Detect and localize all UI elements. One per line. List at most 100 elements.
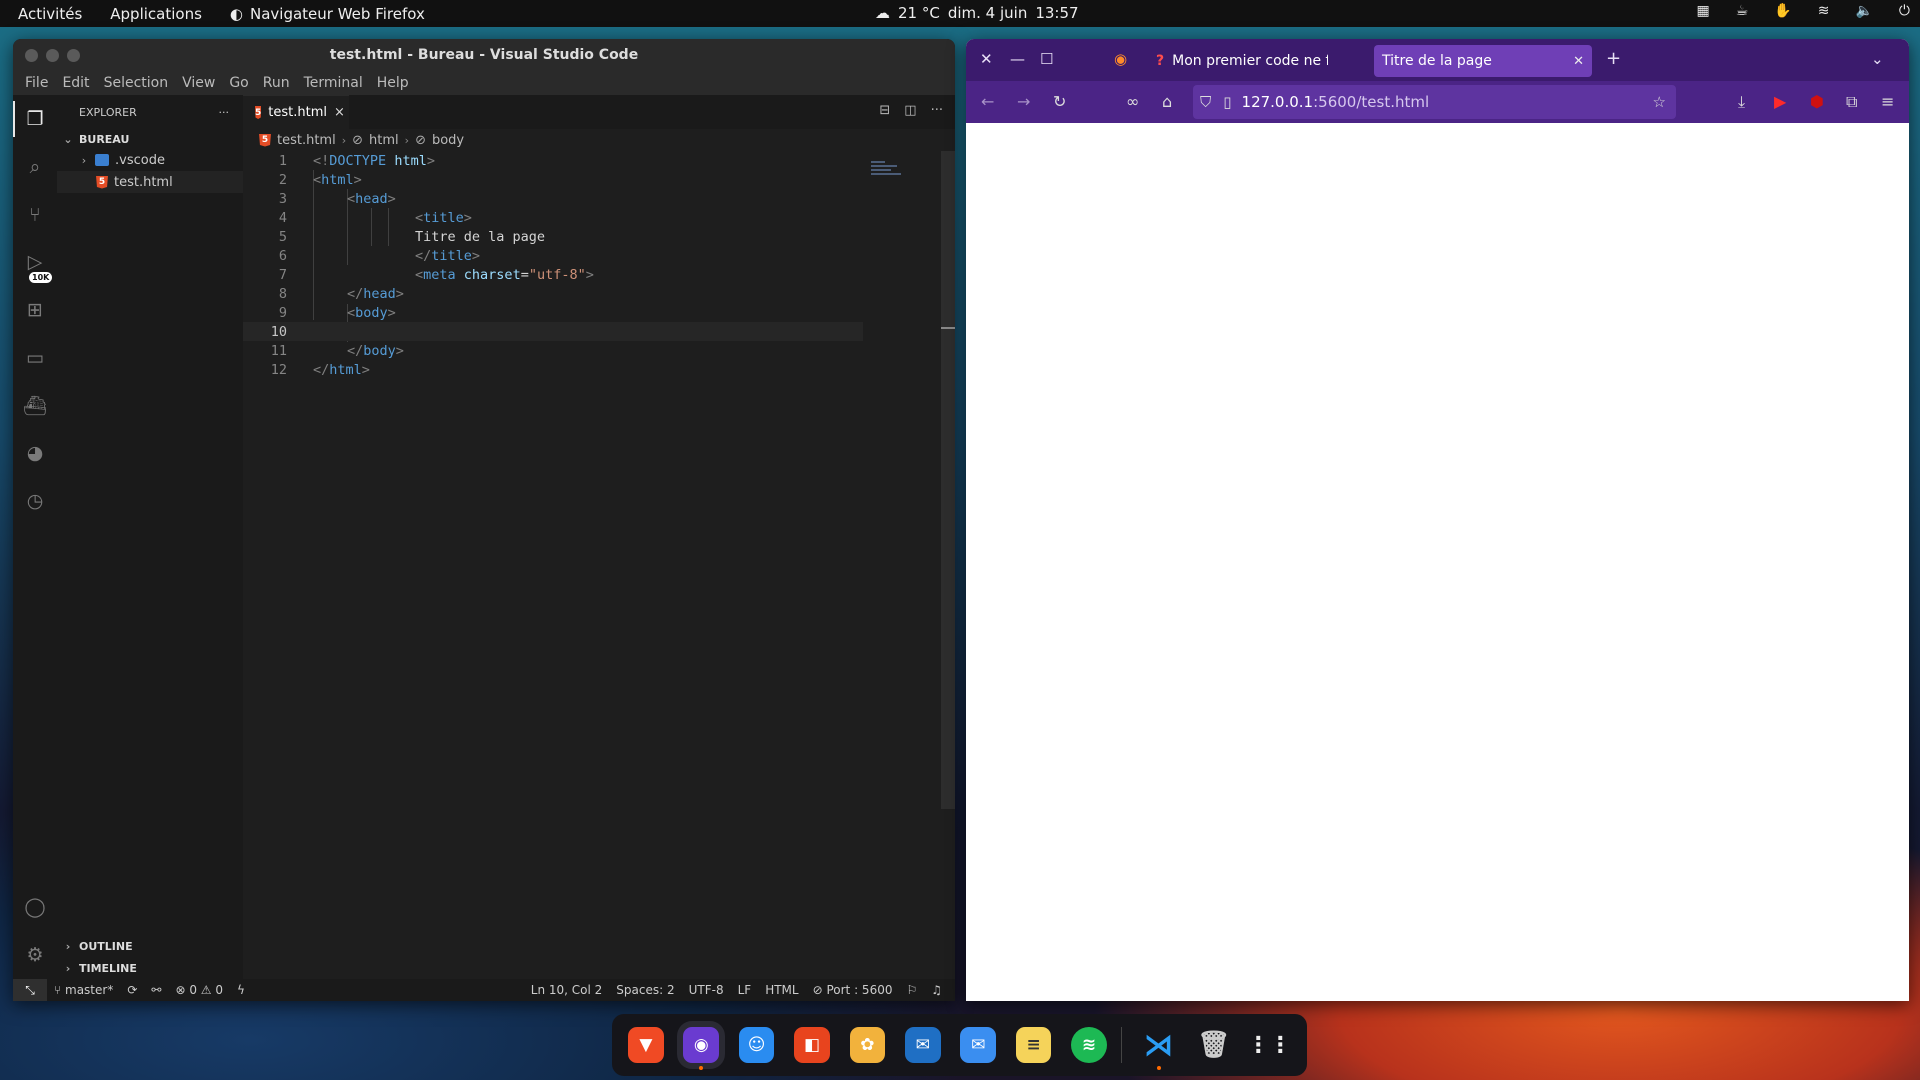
page-content[interactable]	[966, 123, 1909, 1001]
menu-file[interactable]: File	[18, 75, 55, 91]
maximize-icon[interactable]: ☐	[1040, 50, 1053, 68]
explorer-more-button[interactable]: ···	[219, 106, 230, 119]
git-graph-icon[interactable]: ⚯	[144, 983, 168, 997]
notes-icon[interactable]: ≡	[1015, 1027, 1052, 1063]
menu-run[interactable]: Run	[256, 75, 297, 91]
menu-view[interactable]: View	[175, 75, 222, 91]
remote-indicator-icon[interactable]: ⤡	[13, 979, 47, 1001]
breadcrumb-html[interactable]: html	[369, 133, 399, 148]
menu-help[interactable]: Help	[370, 75, 416, 91]
folder-section-bureau[interactable]: ⌄ BUREAU	[57, 129, 243, 149]
menu-selection[interactable]: Selection	[97, 75, 176, 91]
cursor-position[interactable]: Ln 10, Col 2	[524, 983, 610, 997]
account-icon[interactable]: ◯	[23, 895, 47, 919]
close-icon[interactable]: ✕	[980, 50, 993, 68]
split-editor-icon[interactable]: ◫	[904, 103, 916, 118]
active-app-menu[interactable]: ◐ Navigateur Web Firefox	[216, 5, 439, 23]
tab-mon-premier-code[interactable]: ? Mon premier code ne fon ✕	[1148, 45, 1328, 77]
close-tab-icon[interactable]: ×	[334, 105, 345, 120]
list-all-tabs-icon[interactable]: ⌄	[1871, 50, 1884, 68]
lightning-icon[interactable]: ϟ	[230, 983, 252, 997]
private-mask-icon[interactable]: ∞	[1126, 92, 1139, 111]
home-icon[interactable]: ⌂	[1162, 92, 1172, 111]
timeline-section[interactable]: › TIMELINE	[57, 957, 243, 979]
applications-menu[interactable]: Applications	[96, 5, 216, 23]
docker-icon[interactable]: ⛴	[23, 393, 47, 417]
youtube-extension-icon[interactable]: ▶	[1774, 92, 1786, 111]
back-icon[interactable]: ←	[981, 92, 994, 111]
tab-test-html[interactable]: 5 test.html ×	[243, 95, 349, 129]
source-control-icon[interactable]: ⑂	[23, 203, 47, 227]
eol-status[interactable]: LF	[731, 983, 759, 997]
close-window-button[interactable]	[25, 49, 38, 62]
vscode-icon[interactable]: ⋊	[1141, 1027, 1177, 1070]
editor-scrollbar[interactable]	[941, 151, 955, 809]
firefox-view-icon[interactable]: ◉	[1114, 50, 1127, 68]
open-preview-icon[interactable]: ⊟	[879, 103, 890, 118]
outline-section[interactable]: › OUTLINE	[57, 935, 243, 957]
downloads-icon[interactable]: ⤓	[1738, 92, 1745, 112]
app-grid-icon[interactable]: ⋮⋮	[1247, 1027, 1291, 1063]
thunderbird-icon[interactable]: ✉	[904, 1027, 941, 1063]
live-server-port[interactable]: ⊘ Port : 5600	[806, 983, 900, 997]
clock[interactable]: ☁ 21 °C dim. 4 juin 13:57	[875, 4, 1079, 22]
extensions-icon[interactable]: ⧉	[1846, 92, 1857, 112]
hamburger-menu-icon[interactable]: ≡	[1881, 92, 1894, 111]
url-bar[interactable]: ⛉ ▯ 127.0.0.1:5600/test.html ☆	[1193, 85, 1676, 119]
close-tab-icon[interactable]: ✕	[1573, 54, 1584, 69]
power-icon[interactable]: ⏻	[1899, 3, 1910, 19]
finder-icon[interactable]: ☺	[738, 1027, 775, 1063]
language-mode[interactable]: HTML	[758, 983, 805, 997]
bell-icon[interactable]: ♫	[924, 983, 949, 997]
html5-icon: 5	[96, 175, 108, 189]
bookmark-star-icon[interactable]: ☆	[1653, 93, 1666, 111]
mail-icon[interactable]: ✉	[960, 1027, 997, 1063]
gear-icon[interactable]: ⚙	[23, 943, 47, 967]
tree-item-vscode-folder[interactable]: › .vscode	[57, 149, 243, 171]
workspace-icon[interactable]: ▦	[1697, 3, 1710, 19]
spotify-icon[interactable]: ≋	[1071, 1027, 1107, 1063]
shield-icon[interactable]: ⛉	[1200, 93, 1211, 111]
trash-icon[interactable]: 🗑	[1196, 1027, 1232, 1063]
brave-icon[interactable]: ▼	[628, 1027, 664, 1063]
photos-icon[interactable]: ✿	[849, 1027, 886, 1063]
encoding-status[interactable]: UTF-8	[682, 983, 731, 997]
hand-icon[interactable]: ✋	[1774, 3, 1791, 19]
breadcrumb-file[interactable]: test.html	[277, 133, 336, 148]
wifi-icon[interactable]: ≋	[1818, 3, 1830, 19]
minimize-icon[interactable]: —	[1010, 50, 1025, 68]
new-tab-button[interactable]: +	[1606, 48, 1621, 69]
office-icon[interactable]: ◧	[794, 1027, 830, 1063]
minimap[interactable]	[871, 161, 907, 183]
sync-icon[interactable]: ⟳	[120, 983, 144, 997]
forward-icon[interactable]: →	[1017, 92, 1030, 111]
menu-go[interactable]: Go	[222, 75, 255, 91]
extensions-icon[interactable]: ⊞	[23, 298, 47, 322]
more-actions-icon[interactable]: ···	[931, 103, 943, 118]
tree-item-test-html[interactable]: 5 test.html	[57, 171, 243, 193]
remote-explorer-icon[interactable]: ▭	[23, 346, 47, 370]
cup-icon[interactable]: ☕	[1736, 3, 1749, 19]
palette-icon[interactable]: ◕	[23, 441, 47, 465]
search-icon[interactable]: ⌕	[23, 155, 47, 179]
reload-icon[interactable]: ↻	[1053, 92, 1066, 111]
indentation-status[interactable]: Spaces: 2	[609, 983, 681, 997]
code-editor[interactable]: 1 <!DOCTYPE html> 2 <html> 3 <head> 4 <t…	[243, 151, 955, 979]
breadcrumb-body[interactable]: body	[432, 133, 464, 148]
activities-button[interactable]: Activités	[0, 5, 96, 23]
problems-status[interactable]: ⊗ 0 ⚠ 0	[168, 983, 230, 997]
html5-icon: 5	[255, 106, 262, 119]
timeline-icon[interactable]: ◷	[23, 489, 47, 513]
ublock-icon[interactable]: ⬢	[1810, 92, 1824, 111]
minimize-window-button[interactable]	[46, 49, 59, 62]
maximize-window-button[interactable]	[67, 49, 80, 62]
feedback-icon[interactable]: ⚐	[899, 983, 924, 997]
menu-terminal[interactable]: Terminal	[297, 75, 370, 91]
volume-icon[interactable]: 🔈	[1855, 3, 1872, 19]
run-debug-icon[interactable]: ▷	[23, 250, 47, 274]
menu-edit[interactable]: Edit	[55, 75, 96, 91]
firefox-icon[interactable]: ◉	[683, 1027, 720, 1070]
explorer-icon[interactable]: ❐	[23, 107, 47, 131]
branch-status[interactable]: ⑂ master*	[47, 983, 120, 997]
tab-titre-de-la-page[interactable]: Titre de la page ✕	[1374, 45, 1592, 77]
